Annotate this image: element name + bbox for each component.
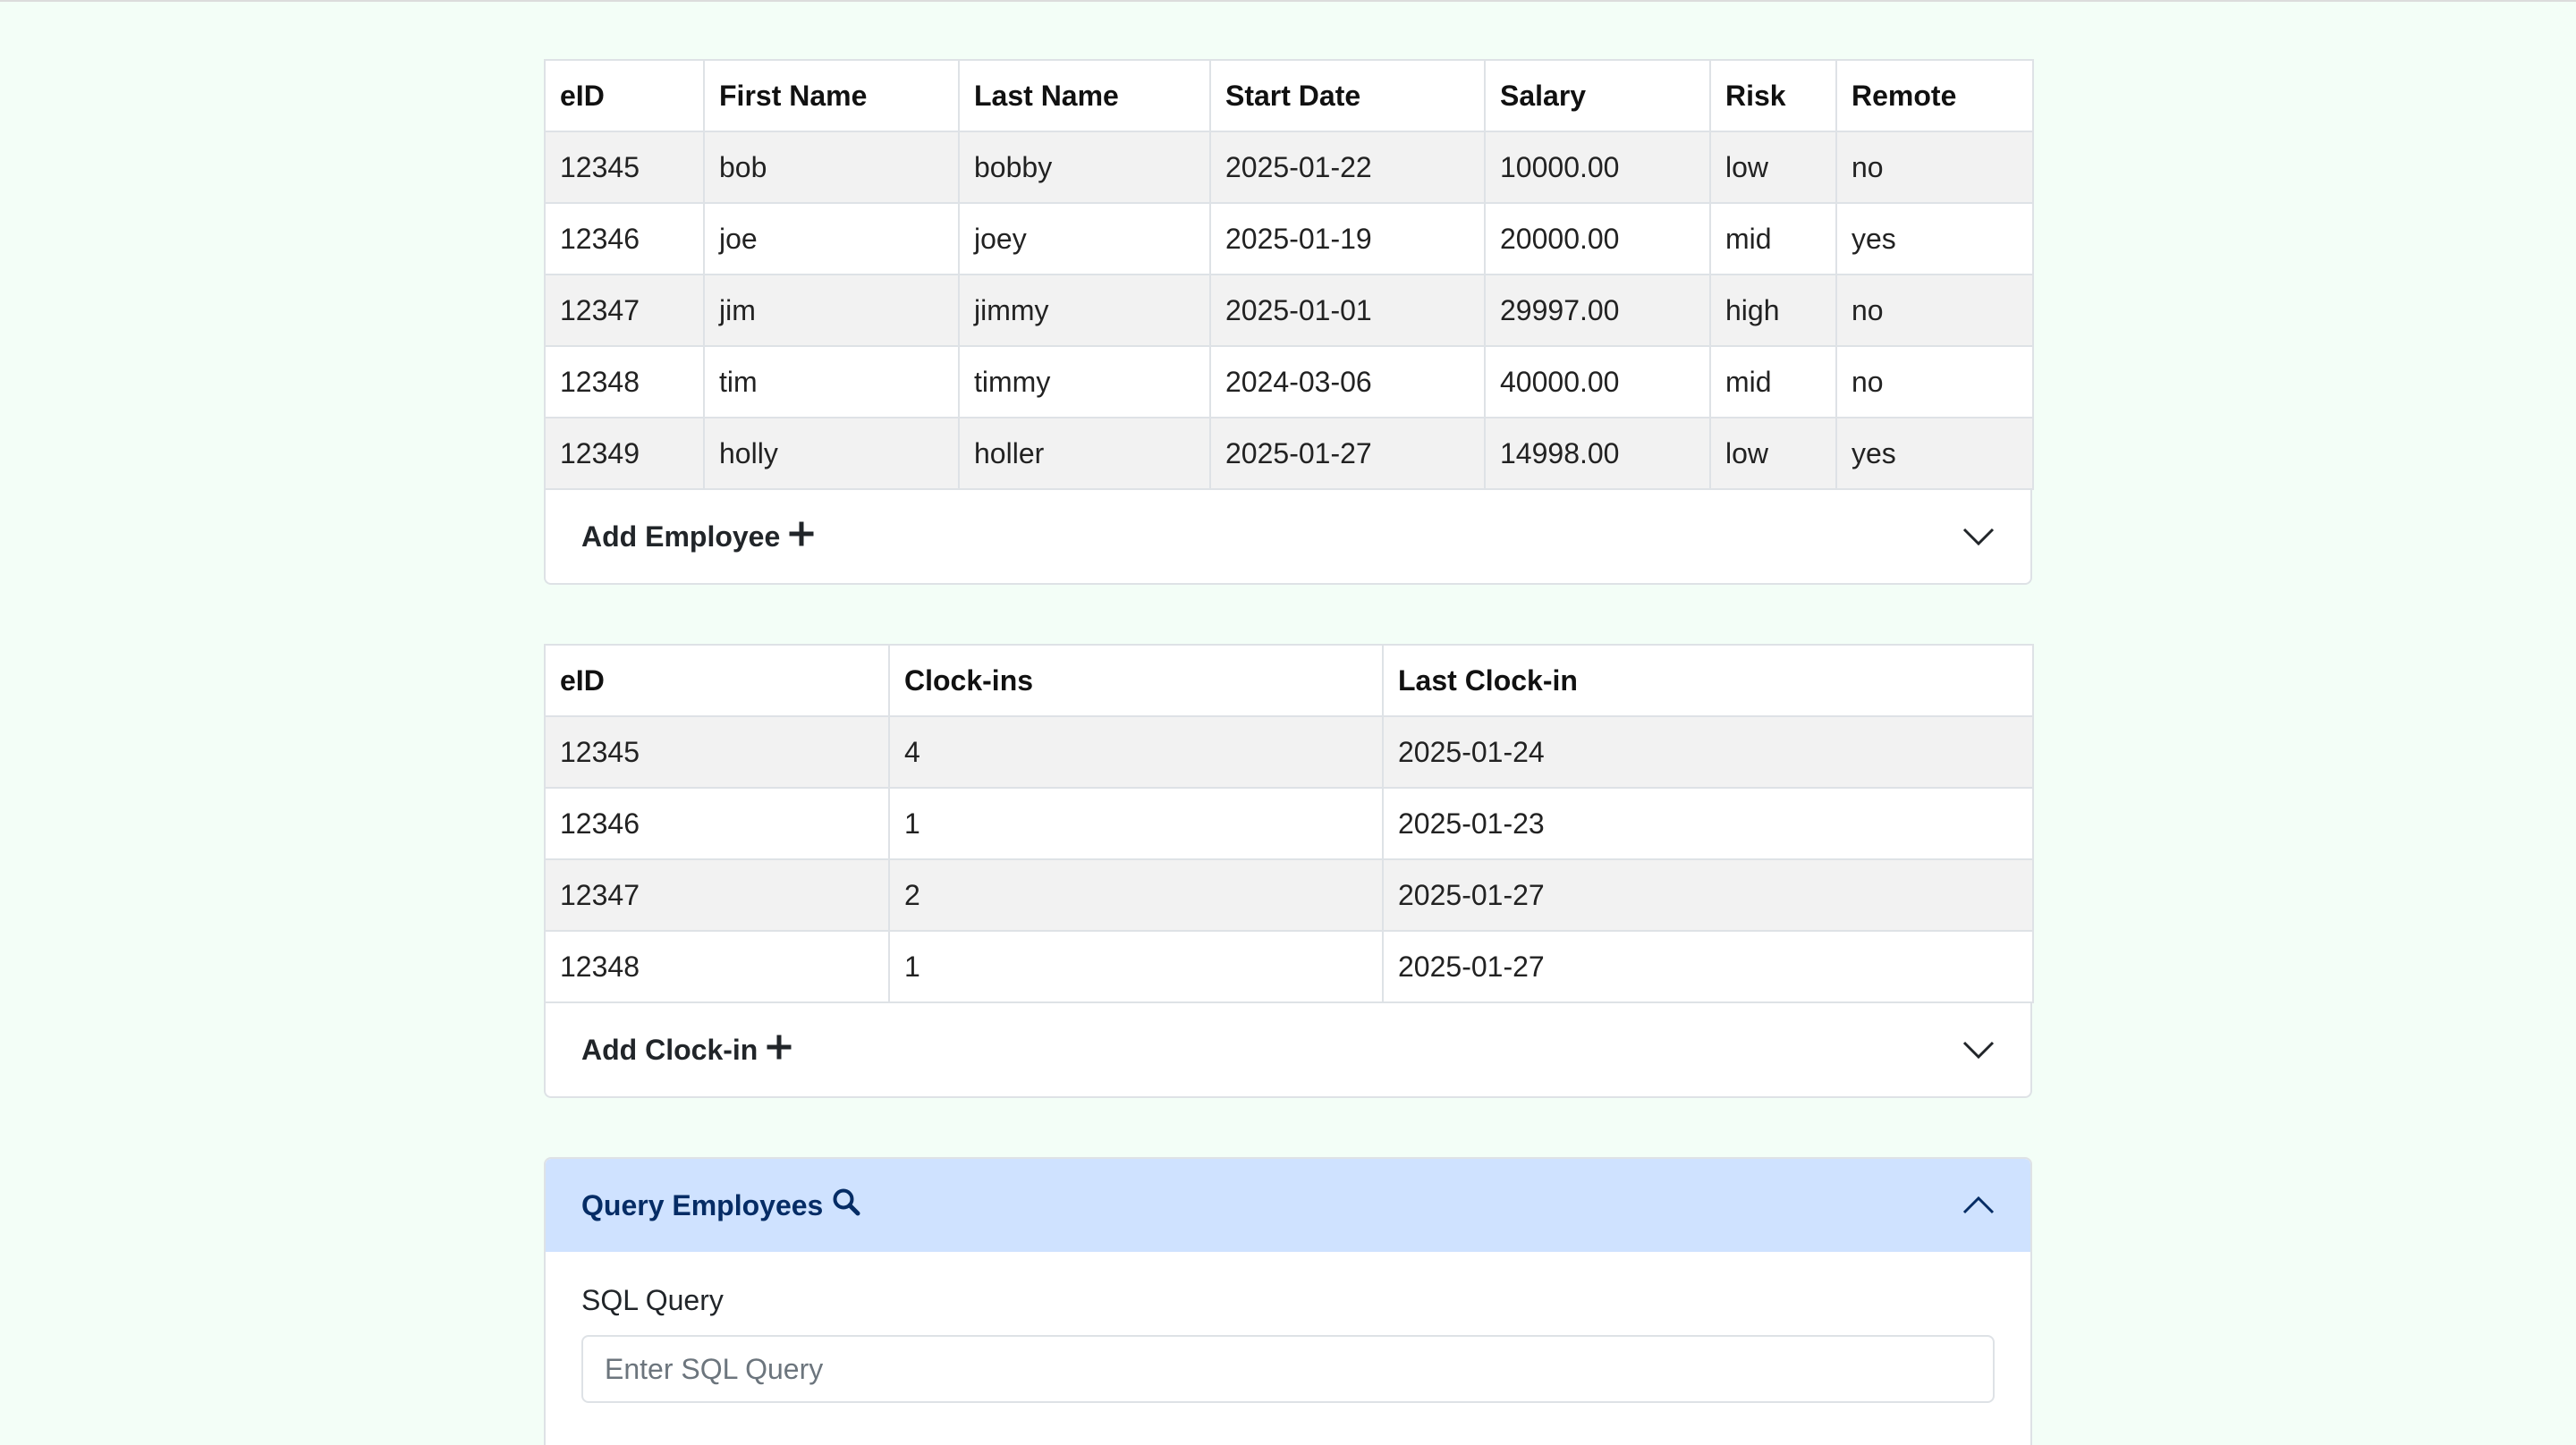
- clockins-header-row: eID Clock-ins Last Clock-in: [544, 644, 2034, 717]
- query-employees-toggle[interactable]: Query Employees: [546, 1159, 2030, 1252]
- table-cell: 2025-01-24: [1382, 715, 2034, 789]
- column-header[interactable]: Risk: [1709, 59, 1837, 132]
- table-cell: 2025-01-27: [1382, 930, 2034, 1003]
- table-cell: 2025-01-22: [1209, 131, 1486, 204]
- table-cell: joe: [703, 202, 960, 275]
- table-cell: 12345: [544, 715, 890, 789]
- plus-icon: [767, 1034, 792, 1067]
- column-header[interactable]: eID: [544, 644, 890, 717]
- table-cell: 29997.00: [1484, 274, 1711, 347]
- add-clockin-toggle[interactable]: Add Clock-in: [546, 1003, 2030, 1096]
- employees-table: eID First Name Last Name Start Date Sala…: [544, 59, 2034, 490]
- table-cell: 10000.00: [1484, 131, 1711, 204]
- table-cell: holly: [703, 417, 960, 490]
- column-header[interactable]: Last Name: [958, 59, 1211, 132]
- table-cell: 4: [888, 715, 1384, 789]
- table-cell: jimmy: [958, 274, 1211, 347]
- table-row: 12348 tim timmy 2024-03-06 40000.00 mid …: [544, 345, 2034, 418]
- table-cell: 12346: [544, 202, 705, 275]
- table-cell: no: [1835, 345, 2034, 418]
- add-employee-label: Add Employee: [581, 520, 781, 553]
- table-cell: 2025-01-19: [1209, 202, 1486, 275]
- query-employees-label: Query Employees: [581, 1188, 824, 1221]
- clockins-table: eID Clock-ins Last Clock-in 12345 4 2025…: [544, 644, 2034, 1003]
- chevron-down-icon[interactable]: [1962, 527, 1995, 546]
- add-employee-toggle[interactable]: Add Employee: [546, 490, 2030, 583]
- table-row: 12346 joe joey 2025-01-19 20000.00 mid y…: [544, 202, 2034, 275]
- table-row: 12347 2 2025-01-27: [544, 858, 2034, 932]
- table-cell: 2025-01-27: [1382, 858, 2034, 932]
- table-cell: 20000.00: [1484, 202, 1711, 275]
- main-container: eID First Name Last Name Start Date Sala…: [544, 59, 2034, 1445]
- table-cell: 12347: [544, 274, 705, 347]
- table-cell: no: [1835, 131, 2034, 204]
- table-cell: 2024-03-06: [1209, 345, 1486, 418]
- column-header[interactable]: Last Clock-in: [1382, 644, 2034, 717]
- table-cell: mid: [1709, 202, 1837, 275]
- plus-icon: [789, 520, 814, 553]
- table-row: 12346 1 2025-01-23: [544, 787, 2034, 860]
- table-cell: yes: [1835, 417, 2034, 490]
- column-header[interactable]: eID: [544, 59, 705, 132]
- add-clockin-accordion: Add Clock-in: [544, 1003, 2032, 1098]
- table-cell: 14998.00: [1484, 417, 1711, 490]
- table-row: 12345 4 2025-01-24: [544, 715, 2034, 789]
- chevron-down-icon[interactable]: [1962, 1040, 1995, 1060]
- sql-query-input[interactable]: [581, 1335, 1995, 1403]
- table-row: 12348 1 2025-01-27: [544, 930, 2034, 1003]
- table-cell: 12348: [544, 345, 705, 418]
- sql-query-label: SQL Query: [581, 1284, 724, 1316]
- add-employee-accordion: Add Employee: [544, 490, 2032, 585]
- table-row: 12349 holly holler 2025-01-27 14998.00 l…: [544, 417, 2034, 490]
- table-cell: mid: [1709, 345, 1837, 418]
- table-cell: bobby: [958, 131, 1211, 204]
- table-cell: 1: [888, 930, 1384, 1003]
- top-divider: [0, 0, 2576, 2]
- table-cell: bob: [703, 131, 960, 204]
- table-cell: no: [1835, 274, 2034, 347]
- add-clockin-title: Add Clock-in: [581, 1034, 792, 1067]
- add-employee-title: Add Employee: [581, 520, 814, 553]
- search-icon: [832, 1187, 860, 1223]
- table-cell: 1: [888, 787, 1384, 860]
- query-employees-title: Query Employees: [581, 1187, 860, 1223]
- table-cell: 12347: [544, 858, 890, 932]
- column-header[interactable]: Salary: [1484, 59, 1711, 132]
- chevron-up-icon[interactable]: [1962, 1196, 1995, 1215]
- add-clockin-label: Add Clock-in: [581, 1033, 758, 1066]
- employees-header-row: eID First Name Last Name Start Date Sala…: [544, 59, 2034, 132]
- table-cell: 2025-01-01: [1209, 274, 1486, 347]
- table-cell: yes: [1835, 202, 2034, 275]
- table-cell: 40000.00: [1484, 345, 1711, 418]
- query-body: SQL Query: [546, 1252, 2030, 1403]
- table-cell: 12345: [544, 131, 705, 204]
- table-cell: tim: [703, 345, 960, 418]
- table-cell: 2025-01-23: [1382, 787, 2034, 860]
- table-cell: joey: [958, 202, 1211, 275]
- table-cell: 12348: [544, 930, 890, 1003]
- table-cell: high: [1709, 274, 1837, 347]
- query-employees-accordion: Query Employees SQL Query: [544, 1157, 2032, 1445]
- table-cell: 12346: [544, 787, 890, 860]
- table-cell: 12349: [544, 417, 705, 490]
- column-header[interactable]: Clock-ins: [888, 644, 1384, 717]
- table-cell: 2025-01-27: [1209, 417, 1486, 490]
- table-cell: low: [1709, 417, 1837, 490]
- column-header[interactable]: Remote: [1835, 59, 2034, 132]
- table-cell: jim: [703, 274, 960, 347]
- column-header[interactable]: Start Date: [1209, 59, 1486, 132]
- table-row: 12347 jim jimmy 2025-01-01 29997.00 high…: [544, 274, 2034, 347]
- table-cell: 2: [888, 858, 1384, 932]
- table-cell: holler: [958, 417, 1211, 490]
- table-cell: low: [1709, 131, 1837, 204]
- table-row: 12345 bob bobby 2025-01-22 10000.00 low …: [544, 131, 2034, 204]
- column-header[interactable]: First Name: [703, 59, 960, 132]
- table-cell: timmy: [958, 345, 1211, 418]
